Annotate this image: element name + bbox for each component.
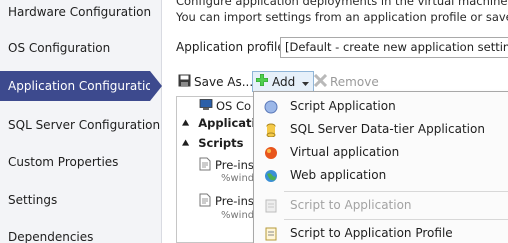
collapse-chevron-icon: ⯅ [181, 116, 191, 130]
menu-separator [284, 219, 508, 220]
add-button[interactable]: Add [252, 71, 315, 93]
tree-script-item-2[interactable]: Pre-ins [199, 193, 254, 209]
sidebar-item-os-configuration[interactable]: OS Configuration [0, 33, 162, 63]
description-line-2: You can import settings from an applicat… [176, 10, 508, 24]
menu-item-label: Virtual application [290, 145, 400, 159]
menu-item-label: SQL Server Data-tier Application [290, 122, 485, 136]
sql-data-tier-icon [264, 122, 280, 138]
sidebar-item-custom-properties[interactable]: Custom Properties [0, 147, 162, 177]
menu-item-sql-server-data-tier-application[interactable]: SQL Server Data-tier Application [254, 118, 508, 140]
script-to-profile-icon [264, 226, 280, 241]
tree-script-1-title: Pre-ins [215, 158, 254, 172]
remove-button[interactable]: Remove [313, 72, 379, 93]
profile-label: Application profile: [176, 40, 289, 54]
save-as-button[interactable]: Save As... [178, 72, 253, 92]
tree-scripts-label: Scripts [198, 136, 244, 150]
script-to-application-icon [264, 198, 280, 213]
plus-icon [255, 73, 269, 93]
sidebar: Hardware Configuration OS Configuration … [0, 0, 162, 243]
application-profile-select[interactable]: [Default - create new application settin… [280, 37, 508, 58]
app-window: Hardware Configuration OS Configuration … [0, 0, 508, 243]
save-as-label: Save As... [194, 75, 254, 89]
sidebar-item-application-configuration[interactable]: Application Configuration [0, 71, 162, 101]
menu-item-script-application[interactable]: Script Application [254, 95, 508, 117]
menu-item-script-to-application-profile[interactable]: Script to Application Profile [254, 222, 508, 243]
menu-item-label: Script to Application [290, 198, 412, 212]
tree-script-2-title: Pre-ins [215, 194, 254, 208]
save-icon [178, 73, 191, 93]
sidebar-item-dependencies[interactable]: Dependencies [0, 222, 162, 243]
menu-item-virtual-application[interactable]: Virtual application [254, 141, 508, 163]
menu-item-label: Script to Application Profile [290, 226, 453, 240]
menu-separator [284, 191, 508, 192]
script-application-icon [264, 99, 280, 114]
sidebar-item-settings[interactable]: Settings [0, 185, 162, 215]
toolbar: Save As... Add Remove [176, 71, 508, 93]
web-application-icon [264, 168, 280, 182]
sidebar-item-hardware-configuration[interactable]: Hardware Configuration [0, 0, 162, 27]
os-computer-icon [199, 98, 213, 115]
tree-os-item[interactable]: OS Co [199, 98, 251, 114]
tree-scripts-header[interactable]: ⯅ Scripts [181, 135, 244, 151]
menu-item-label: Script Application [290, 99, 396, 113]
script-file-icon [199, 193, 211, 211]
menu-item-web-application[interactable]: Web application [254, 164, 508, 186]
tree-os-label: OS Co [216, 99, 252, 113]
description-line-1: Configure application deployments in the… [176, 0, 508, 8]
collapse-chevron-icon: ⯅ [181, 136, 191, 150]
chevron-down-icon [302, 73, 310, 93]
sidebar-item-sql-server-configuration[interactable]: SQL Server Configuration [0, 110, 162, 140]
add-dropdown-menu: Script Application SQL Server Data-tier … [253, 91, 508, 243]
menu-item-script-to-application[interactable]: Script to Application [254, 194, 508, 216]
tree-applications-header[interactable]: ⯅ Applicatio [181, 115, 263, 131]
virtual-application-icon [264, 145, 280, 159]
remove-label: Remove [330, 75, 379, 89]
script-file-icon [199, 157, 211, 175]
remove-icon [313, 73, 328, 93]
menu-item-label: Web application [290, 168, 387, 182]
add-label: Add [272, 75, 296, 89]
